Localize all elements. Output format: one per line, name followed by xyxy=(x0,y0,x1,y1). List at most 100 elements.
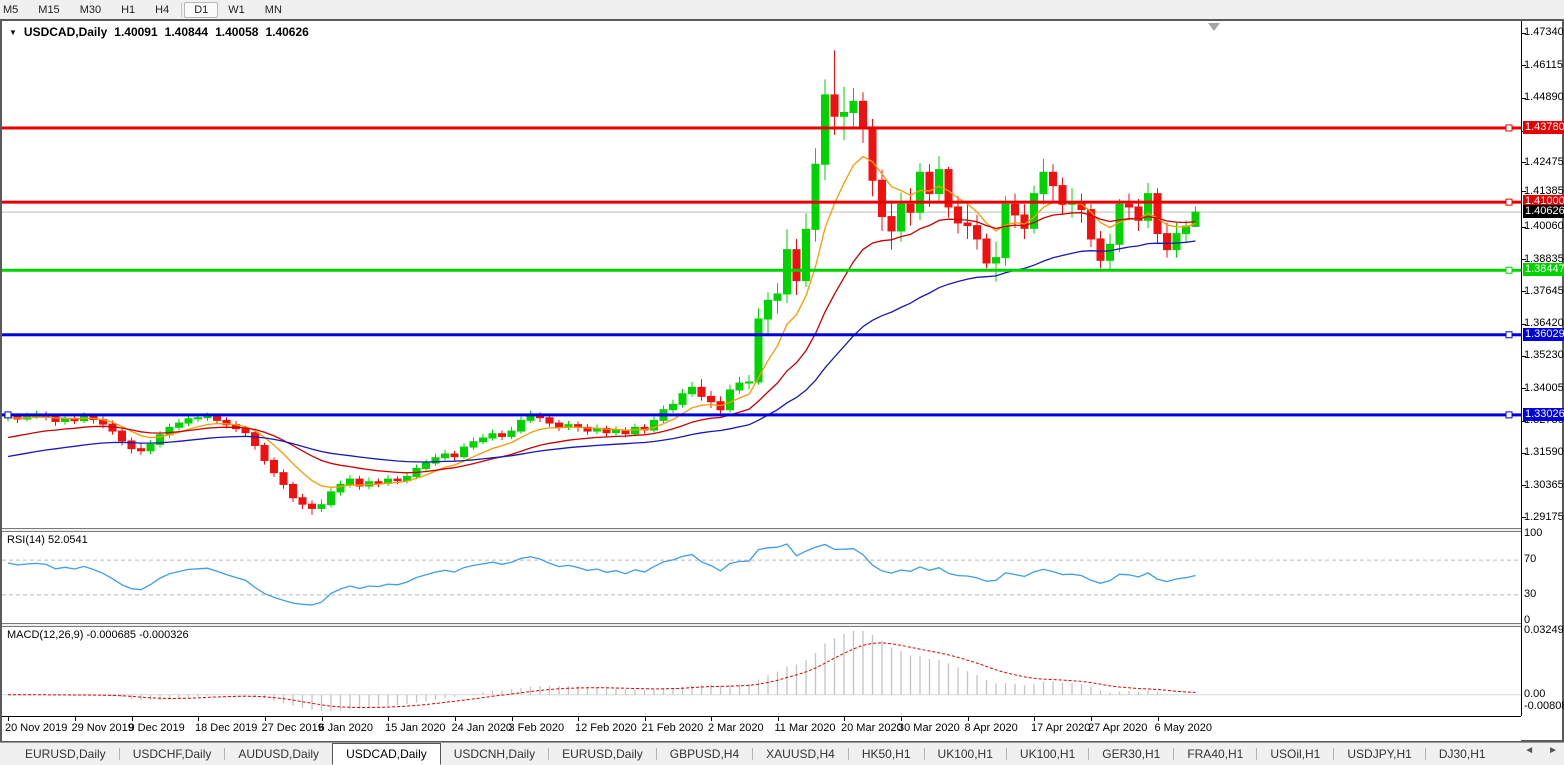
price-tick-label: 1.31590 xyxy=(1524,446,1564,459)
current-price-badge: 1.40626 xyxy=(1523,205,1564,219)
tab-xauusd-h4[interactable]: XAUUSD,H4 xyxy=(753,743,848,765)
ma-medium-line xyxy=(7,212,1196,474)
price-tick-label: 1.37645 xyxy=(1524,284,1564,297)
tab-dj30-h1[interactable]: DJ30,H1 xyxy=(1426,743,1499,765)
tab-usdcnh-daily[interactable]: USDCNH,Daily xyxy=(441,743,548,765)
hline-resistance-2[interactable] xyxy=(2,200,1521,204)
tab-uk100-h1[interactable]: UK100,H1 xyxy=(925,743,1006,765)
chart-symbol-label: USDCAD,Daily xyxy=(23,25,108,39)
timeframe-h1[interactable]: H1 xyxy=(111,2,145,18)
hline-support-3-anchor-right[interactable] xyxy=(1505,411,1513,419)
date-label: 6 May 2020 xyxy=(1154,722,1212,734)
price-badge-support-3: 1.33026 xyxy=(1523,407,1564,421)
hline-support-1[interactable] xyxy=(2,268,1521,272)
tab-usdchf-daily[interactable]: USDCHF,Daily xyxy=(120,743,225,765)
date-tick-mark xyxy=(578,717,579,721)
date-label: 9 Dec 2019 xyxy=(128,722,185,734)
date-label: 17 Apr 2020 xyxy=(1031,722,1091,734)
date-tick-mark xyxy=(1034,717,1035,721)
price-tick-label: 1.47340 xyxy=(1524,26,1564,38)
timeframe-d1[interactable]: D1 xyxy=(184,1,219,18)
hline-resistance-1[interactable] xyxy=(2,126,1521,130)
date-tick-mark xyxy=(777,717,779,721)
rsi-pane[interactable]: RSI(14) 52.0541 xyxy=(2,532,1521,623)
date-label: 27 Apr 2020 xyxy=(1088,722,1148,734)
date-label: 6 Jan 2020 xyxy=(318,722,373,734)
macd-pane[interactable]: MACD(12,26,9) -0.000685 -0.000326 xyxy=(2,627,1521,715)
date-label: 8 Apr 2020 xyxy=(964,722,1018,734)
price-tick-label: 1.34005 xyxy=(1524,381,1564,394)
hline-support-2-anchor-right[interactable] xyxy=(1505,331,1513,339)
date-label: 20 Mar 2020 xyxy=(841,722,903,734)
main-price-pane[interactable]: ▼ USDCAD,Daily 1.40091 1.40844 1.40058 1… xyxy=(2,21,1521,528)
price-badge-support-2: 1.36029 xyxy=(1523,327,1564,341)
chart-dropdown-icon[interactable]: ▼ xyxy=(9,28,17,37)
ohlc-high: 1.40844 xyxy=(164,25,209,39)
date-label: 30 Mar 2020 xyxy=(898,722,960,734)
tab-audusd-daily[interactable]: AUDUSD,Daily xyxy=(225,743,332,765)
macd-axis-label: 0.032493 xyxy=(1524,624,1564,636)
macd-canvas[interactable] xyxy=(2,627,1521,715)
chart-title: ▼ USDCAD,Daily 1.40091 1.40844 1.40058 1… xyxy=(9,25,309,39)
hline-resistance-2-anchor-right[interactable] xyxy=(1505,198,1513,206)
date-tick-mark xyxy=(901,717,902,721)
price-tick-label: 1.30365 xyxy=(1524,478,1564,491)
date-tick-mark xyxy=(8,717,9,721)
tab-usdjpy-h1[interactable]: USDJPY,H1 xyxy=(1334,743,1424,765)
price-badge-support-1: 1.38447 xyxy=(1523,263,1564,277)
date-tick-mark xyxy=(511,717,513,721)
timeframe-m5[interactable]: M5 xyxy=(0,2,28,18)
date-label: 3 Feb 2020 xyxy=(508,722,565,734)
tab-scroll-right-button[interactable]: ► xyxy=(1548,745,1558,756)
date-tick-mark xyxy=(1091,717,1092,721)
date-label: 29 Nov 2019 xyxy=(71,722,134,734)
main-chart-canvas[interactable] xyxy=(2,21,1521,528)
date-axis[interactable]: 20 Nov 2019 29 Nov 2019 9 Dec 2019 18 Dec 2… xyxy=(2,716,1521,741)
timeframe-toolbar: M5 M15 M30 H1 H4 D1 W1 MN xyxy=(0,0,1557,19)
price-tick-label: 1.42475 xyxy=(1524,155,1564,168)
rsi-line xyxy=(7,543,1196,606)
tab-scroll-left-button[interactable]: ◄ xyxy=(1524,745,1534,756)
date-tick-mark xyxy=(454,717,456,721)
ohlc-open: 1.40091 xyxy=(114,25,158,39)
rsi-canvas[interactable] xyxy=(2,532,1521,623)
date-tick-mark xyxy=(967,717,969,721)
tab-ger30-h1[interactable]: GER30,H1 xyxy=(1089,743,1173,765)
date-tick-mark xyxy=(1157,717,1159,721)
price-tick-label: 1.35230 xyxy=(1524,349,1564,362)
tab-usdcad-daily[interactable]: USDCAD,Daily xyxy=(332,743,441,765)
tab-eurusd-daily-2[interactable]: EURUSD,Daily xyxy=(549,743,656,765)
tab-fra40-h1[interactable]: FRA40,H1 xyxy=(1174,743,1256,765)
tab-gbpusd-h4[interactable]: GBPUSD,H4 xyxy=(657,743,752,765)
hline-support-2[interactable] xyxy=(2,333,1521,337)
timeframe-h4[interactable]: H4 xyxy=(145,2,179,18)
date-label: 24 Jan 2020 xyxy=(451,722,513,734)
rsi-label: RSI(14) 52.0541 xyxy=(7,534,88,546)
hline-resistance-1-anchor-right[interactable] xyxy=(1505,124,1513,132)
macd-label: MACD(12,26,9) -0.000685 -0.000326 xyxy=(7,629,189,641)
timeframe-w1[interactable]: W1 xyxy=(218,2,255,18)
date-tick-mark xyxy=(264,717,266,721)
hline-support-3[interactable] xyxy=(2,413,1521,417)
date-tick-mark xyxy=(198,717,199,721)
tab-hk50-h1[interactable]: HK50,H1 xyxy=(849,743,924,765)
date-label: 15 Jan 2020 xyxy=(385,722,446,734)
tab-eurusd-daily[interactable]: EURUSD,Daily xyxy=(12,743,119,765)
hline-support-1-anchor-right[interactable] xyxy=(1505,266,1513,274)
chart-shift-marker[interactable] xyxy=(1208,23,1220,31)
ohlc-low: 1.40058 xyxy=(215,25,259,39)
date-label: 18 Dec 2019 xyxy=(195,722,258,734)
timeframe-m15[interactable]: M15 xyxy=(28,2,69,18)
date-tick-mark xyxy=(321,717,323,721)
tab-uk100-h1-2[interactable]: UK100,H1 xyxy=(1007,743,1088,765)
timeframe-m30[interactable]: M30 xyxy=(70,2,111,18)
tab-usoil-h1[interactable]: USOil,H1 xyxy=(1257,743,1333,765)
timeframe-mn[interactable]: MN xyxy=(255,2,292,18)
plot-area[interactable]: ▼ USDCAD,Daily 1.40091 1.40844 1.40058 1… xyxy=(2,21,1521,741)
price-badge-resistance-1: 1.43780 xyxy=(1523,120,1564,134)
date-tick-mark xyxy=(644,717,646,721)
hline-support-3-anchor-left[interactable] xyxy=(4,411,12,419)
chart-window[interactable]: ▼ USDCAD,Daily 1.40091 1.40844 1.40058 1… xyxy=(0,19,1564,742)
price-axis[interactable]: 1.473401.461151.448901.436651.424751.413… xyxy=(1521,21,1564,716)
date-label: 12 Feb 2020 xyxy=(575,722,637,734)
